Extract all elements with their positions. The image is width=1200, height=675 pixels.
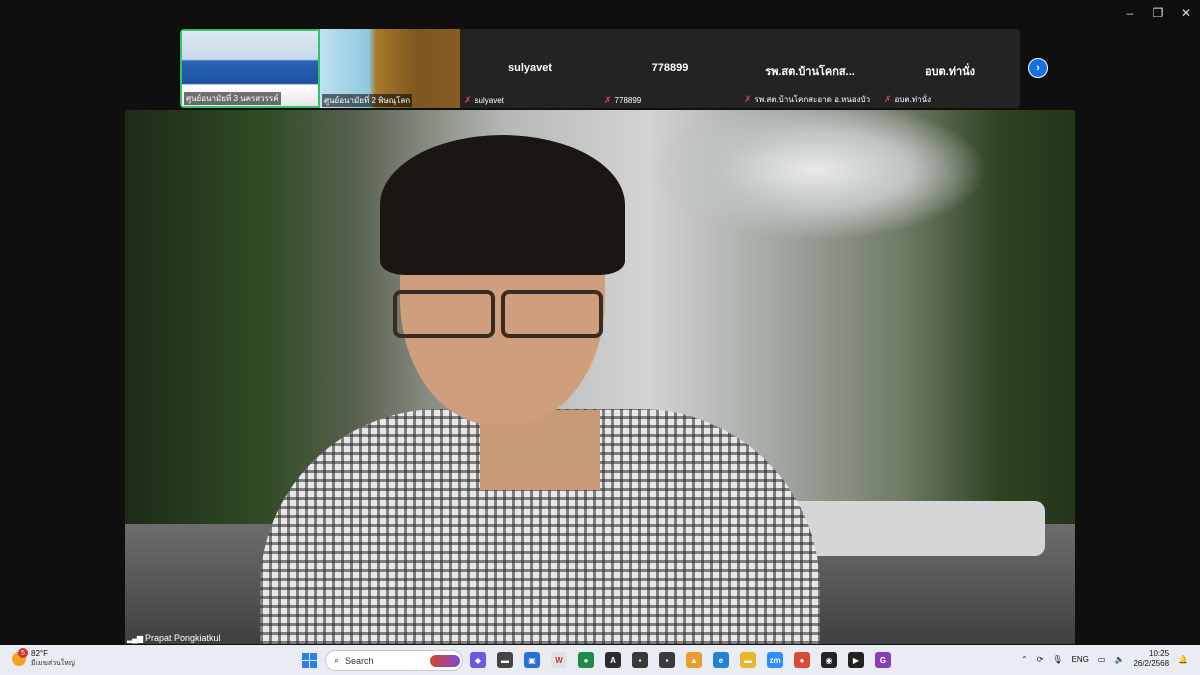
language-indicator[interactable]: ENG [1072, 655, 1089, 664]
participant-label: sulyavet [474, 96, 504, 105]
app-a-icon[interactable]: A [605, 652, 621, 668]
start-button[interactable] [302, 653, 317, 668]
mic-muted-icon: ✗ [884, 94, 892, 104]
minimize-button[interactable]: – [1116, 0, 1144, 26]
app-gray2-icon[interactable]: ▪ [659, 652, 675, 668]
participant-tile-sulyavet[interactable]: sulyavet ✗ sulyavet [460, 29, 600, 108]
participant-label: 778899 [614, 96, 642, 105]
signal-bars-icon: ▂▄▆ [127, 633, 143, 643]
notification-bell-icon[interactable]: 🔔 [1178, 655, 1188, 664]
search-highlight-icon [430, 654, 460, 667]
mic-muted-icon: ✗ [744, 94, 752, 104]
close-button[interactable]: ✕ [1172, 0, 1200, 26]
network-icon[interactable]: ⟳ [1037, 655, 1044, 664]
pinned-apps: ◆ ▬ ▣ W ● A ▪ ▪ ▲ e ▬ zm ● ◉ ▶ G [470, 652, 891, 668]
search-icon: ⌕ [334, 655, 340, 665]
display-icon[interactable]: ▭ [1098, 655, 1106, 664]
search-label: Search [345, 655, 374, 666]
participant-name: อบต.ท่านั่ง [924, 66, 976, 78]
app-g-icon[interactable]: G [875, 652, 891, 668]
w-icon[interactable]: W [551, 652, 567, 668]
weather-desc: มีเมฆส่วนใหญ่ [31, 660, 75, 667]
taskbar-search[interactable]: ⌕ Search [325, 650, 463, 671]
clock-date: 26/2/2568 [1133, 659, 1170, 668]
participant-label: ศูนย์อนามัยที่ 2 พิษณุโลก [322, 94, 413, 107]
speaker-label: ▂▄▆ Prapat Pongkiatkul [127, 633, 221, 643]
participant-tile-rpst[interactable]: รพ.สต.บ้านโคกส... ✗ รพ.สต.บ้านโคกสะอาด อ.… [740, 29, 880, 108]
participant-tile-778899[interactable]: 778899 ✗ 778899 [600, 29, 740, 108]
app-dark-icon[interactable]: ◉ [821, 652, 837, 668]
main-speaker-video: ▂▄▆ Prapat Pongkiatkul [125, 110, 1075, 644]
participant-tile-video-1[interactable]: ศูนย์อนามัยที่ 3 นครสวรรค์ [180, 29, 320, 108]
copilot-icon[interactable]: ◆ [470, 652, 486, 668]
folder-icon[interactable]: ▬ [740, 652, 756, 668]
window-controls: – ❐ ✕ [1116, 0, 1200, 26]
microphone-icon[interactable]: 🎙 [1052, 655, 1062, 664]
weather-widget[interactable]: 5 82°F มีเมฆส่วนใหญ่ [12, 648, 75, 669]
zoom-icon[interactable]: zm [767, 652, 783, 668]
edge-icon[interactable]: e [713, 652, 729, 668]
mic-muted-icon: ✗ [464, 95, 472, 105]
app-gray1-icon[interactable]: ▪ [632, 652, 648, 668]
mic-muted-icon: ✗ [604, 95, 612, 105]
participant-label: ศูนย์อนามัยที่ 3 นครสวรรค์ [184, 92, 281, 105]
speaker-hair [380, 135, 625, 275]
system-tray: ⌃ ⟳ 🎙 ENG ▭ 🔈 10:25 26/2/2568 🔔 [1021, 649, 1188, 669]
background-sofa [775, 501, 1045, 556]
participant-strip: ศูนย์อนามัยที่ 3 นครสวรรค์ ศูนย์อนามัยที… [180, 29, 1020, 108]
clock[interactable]: 10:25 26/2/2568 [1133, 649, 1169, 669]
participant-name: 778899 [651, 62, 689, 74]
volume-icon[interactable]: 🔈 [1114, 655, 1124, 664]
participant-tile-video-2[interactable]: ศูนย์อนามัยที่ 2 พิษณุโลก [320, 29, 460, 108]
files-icon[interactable]: ▬ [497, 652, 513, 668]
restore-button[interactable]: ❐ [1144, 0, 1172, 26]
chevron-up-icon[interactable]: ⌃ [1021, 655, 1028, 664]
participant-label: รพ.สต.บ้านโคกสะอาด อ.หนองบัว [754, 95, 871, 104]
clock-time: 10:25 [1149, 649, 1170, 658]
chrome-icon[interactable]: ● [794, 652, 810, 668]
notification-badge: 5 [18, 648, 28, 658]
taskbar: 5 82°F มีเมฆส่วนใหญ่ ⌕ Search ◆ ▬ ▣ W ● A ▪ ▪ ▲ e… [0, 645, 1200, 675]
sun-icon: 5 [12, 648, 28, 666]
weather-temp: 82°F [31, 649, 48, 658]
media-icon[interactable]: ▶ [848, 652, 864, 668]
speaker-glasses [393, 290, 603, 338]
store-icon[interactable]: ▣ [524, 652, 540, 668]
participant-tile-obt[interactable]: อบต.ท่านั่ง ✗ อบต.ท่านั่ง [880, 29, 1020, 108]
participant-name: รพ.สต.บ้านโคกส... [765, 66, 855, 78]
app-green-icon[interactable]: ● [578, 652, 594, 668]
participant-name: sulyavet [507, 62, 553, 74]
participant-label: อบต.ท่านั่ง [894, 95, 931, 104]
next-page-arrow-icon[interactable]: › [1028, 58, 1048, 78]
photos-icon[interactable]: ▲ [686, 652, 702, 668]
speaker-name: Prapat Pongkiatkul [144, 633, 221, 643]
